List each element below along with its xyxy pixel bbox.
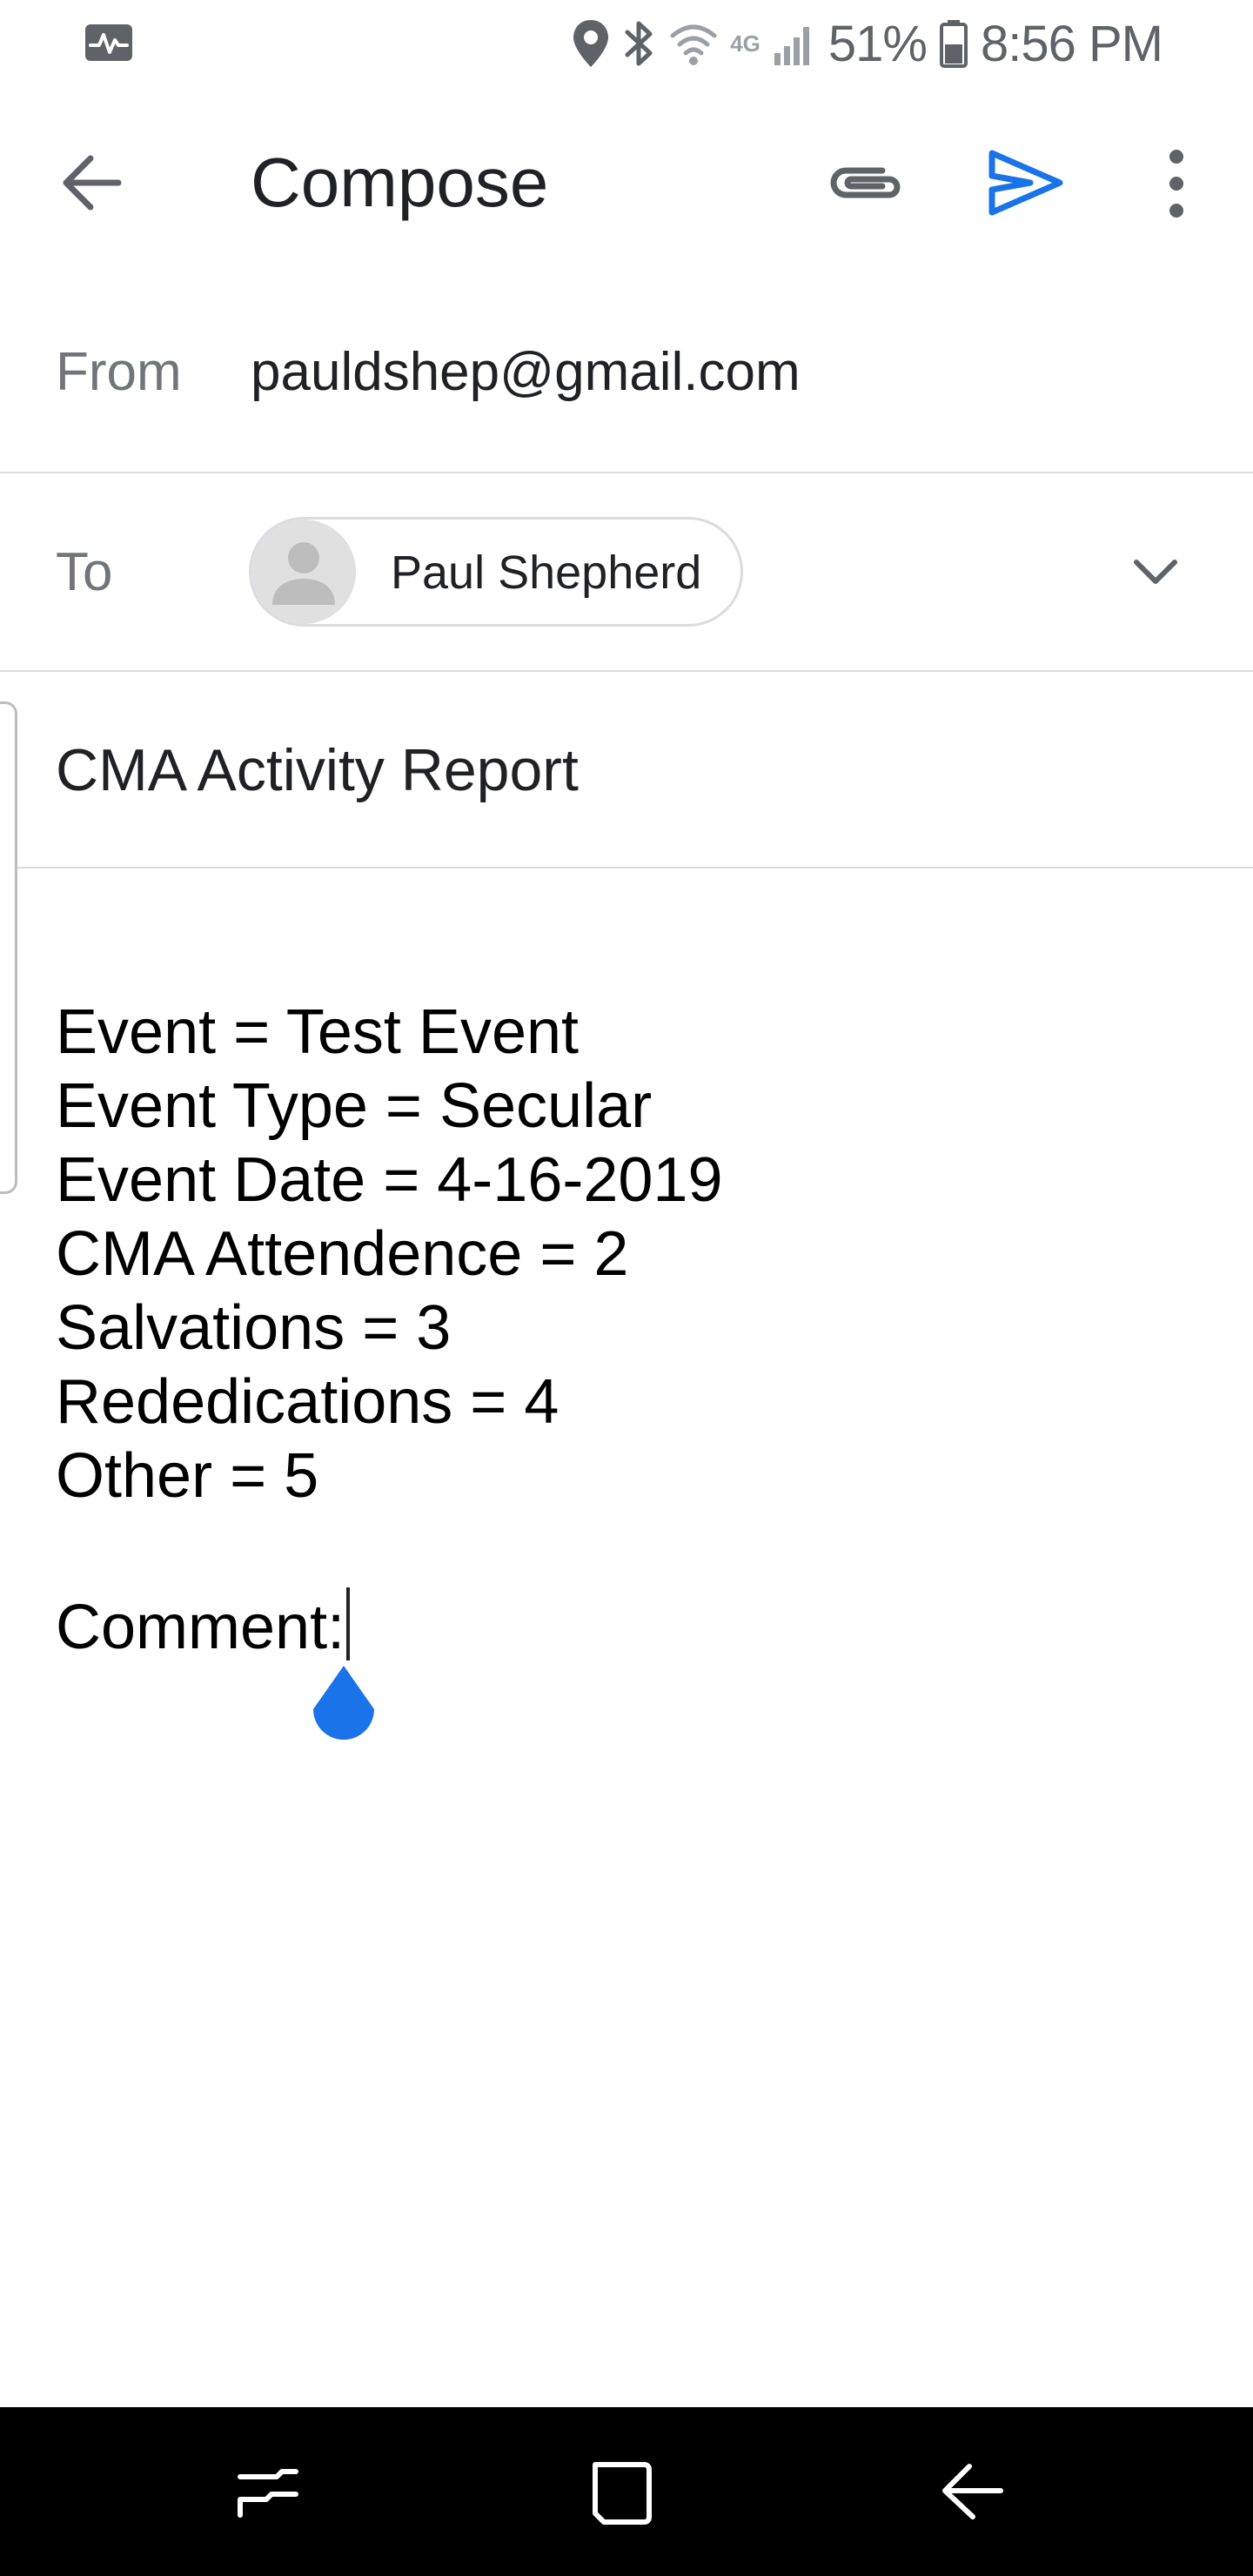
battery-icon [940, 20, 968, 68]
to-row[interactable]: To Paul Shepherd [0, 473, 1253, 672]
app-bar: Compose [0, 96, 1253, 266]
to-label: To [56, 542, 113, 602]
more-vertical-icon[interactable] [1150, 144, 1203, 223]
avatar [251, 520, 356, 624]
recents-icon[interactable] [219, 2442, 324, 2546]
activity-monitor-icon [85, 24, 132, 61]
edge-panel-handle[interactable] [0, 701, 17, 1194]
from-row: From pauldshep@gmail.com [0, 313, 1253, 473]
body-line-comment: Comment: [56, 1587, 351, 1665]
bluetooth-icon [625, 21, 653, 66]
back-arrow-icon[interactable] [57, 148, 127, 218]
back-icon[interactable] [921, 2442, 1025, 2546]
cursor-handle-icon[interactable] [308, 1662, 379, 1746]
signal-icon [774, 27, 809, 65]
wifi-icon [670, 24, 717, 65]
status-icons: 4G 51% 8:56 PM [572, 14, 1163, 73]
battery-percent: 51% [828, 15, 928, 72]
paperclip-icon[interactable] [821, 148, 908, 218]
body-line-salvations: Salvations = 3 [56, 1293, 452, 1363]
subject-field[interactable]: CMA Activity Report [0, 672, 1253, 869]
comment-label: Comment: [56, 1593, 345, 1662]
chevron-down-icon[interactable] [1128, 543, 1183, 599]
subject-text: CMA Activity Report [56, 737, 579, 803]
clock: 8:56 PM [981, 15, 1163, 72]
send-icon[interactable] [987, 146, 1065, 219]
avatar-person-icon [272, 542, 335, 605]
message-body[interactable]: Event = Test Event Event Type = Secular … [0, 870, 1253, 2402]
body-line-event: Event = Test Event [56, 997, 580, 1067]
home-icon[interactable] [569, 2442, 673, 2546]
from-label: From [56, 342, 182, 402]
from-address[interactable]: pauldshep@gmail.com [251, 341, 801, 403]
recipient-name: Paul Shepherd [391, 547, 702, 599]
body-line-rededications: Rededications = 4 [56, 1367, 559, 1437]
body-line-attendance: CMA Attendence = 2 [56, 1219, 629, 1289]
body-line-event-type: Event Type = Secular [56, 1071, 653, 1141]
location-icon [573, 20, 609, 67]
body-line-other: Other = 5 [56, 1441, 319, 1511]
page-title: Compose [251, 144, 549, 221]
text-cursor [346, 1587, 351, 1660]
network-type-label: 4G [730, 30, 761, 57]
navigation-bar [0, 2407, 1253, 2576]
status-bar: 4G 51% 8:56 PM [0, 0, 1253, 87]
recipient-chip[interactable]: Paul Shepherd [249, 517, 743, 627]
body-line-event-date: Event Date = 4-16-2019 [56, 1145, 723, 1215]
